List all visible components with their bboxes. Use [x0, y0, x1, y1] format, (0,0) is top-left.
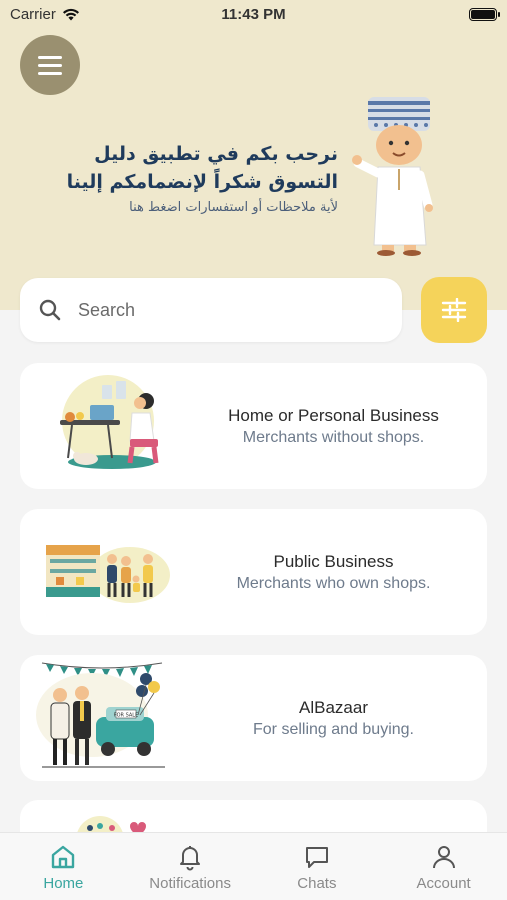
tab-notifications[interactable]: Notifications — [127, 833, 254, 900]
chat-icon — [305, 847, 328, 868]
card-subtitle: For selling and buying. — [253, 720, 414, 738]
card-title: AlBazaar — [299, 697, 368, 717]
welcome-line-1: نرحب بكم في تطبيق دليل — [94, 143, 338, 165]
card-text: Public Business Merchants who own shops. — [190, 552, 487, 593]
category-card-albazaar[interactable]: FOR SALE AlBazaar For selling and buying… — [20, 655, 487, 781]
menu-button[interactable] — [20, 35, 80, 95]
bell-icon — [180, 846, 201, 871]
tab-label: Home — [43, 875, 84, 892]
welcome-line-2: التسوق شكراً لإنضمامكم إلينا — [66, 171, 338, 193]
wifi-icon — [62, 8, 79, 20]
omani-mascot-illustration — [352, 97, 433, 256]
albazaar-illustration: FOR SALE — [20, 655, 190, 781]
card-text: AlBazaar For selling and buying. — [190, 698, 487, 739]
public-business-illustration — [20, 509, 190, 635]
tab-home[interactable]: Home — [0, 833, 127, 900]
welcome-message: نرحب بكم في تطبيق دليل التسوق شكراً لإنض… — [60, 140, 338, 215]
hamburger-icon-line — [38, 63, 62, 67]
filter-button[interactable] — [421, 277, 487, 343]
status-left: Carrier — [10, 6, 80, 23]
tab-label: Account — [416, 875, 471, 892]
tab-account[interactable]: Account — [380, 833, 507, 900]
category-card-public-business[interactable]: Public Business Merchants who own shops. — [20, 509, 487, 635]
card-title: Home or Personal Business — [228, 405, 439, 425]
hamburger-icon-line — [38, 55, 62, 59]
search-bar[interactable] — [20, 278, 402, 342]
bottom-tab-bar: Home Notifications Chats Account — [0, 832, 507, 900]
card-title: Public Business — [273, 551, 394, 571]
search-icon — [39, 299, 61, 321]
home-icon — [52, 845, 75, 869]
hamburger-icon-line — [38, 71, 62, 75]
status-bar: Carrier 11:43 PM — [0, 0, 507, 28]
card-subtitle: Merchants without shops. — [242, 428, 425, 446]
feedback-link[interactable]: لأية ملاحظات أو استفسارات اضغط هنا — [60, 200, 338, 215]
tab-label: Chats — [297, 875, 337, 892]
card-text: Home or Personal Business Merchants with… — [190, 406, 487, 447]
tab-label: Notifications — [149, 875, 231, 892]
hero-banner: نرحب بكم في تطبيق دليل التسوق شكراً لإنض… — [0, 0, 507, 310]
search-input[interactable] — [78, 299, 384, 321]
card-subtitle: Merchants who own shops. — [236, 574, 431, 592]
for-sale-sign: FOR SALE — [114, 713, 139, 719]
carrier-label: Carrier — [10, 5, 56, 23]
tab-chats[interactable]: Chats — [254, 833, 381, 900]
sliders-icon — [441, 298, 467, 322]
person-icon — [432, 846, 455, 869]
home-business-illustration — [20, 363, 190, 489]
status-time: 11:43 PM — [221, 5, 286, 23]
category-card-home-business[interactable]: Home or Personal Business Merchants with… — [20, 363, 487, 489]
battery-icon — [469, 7, 500, 21]
